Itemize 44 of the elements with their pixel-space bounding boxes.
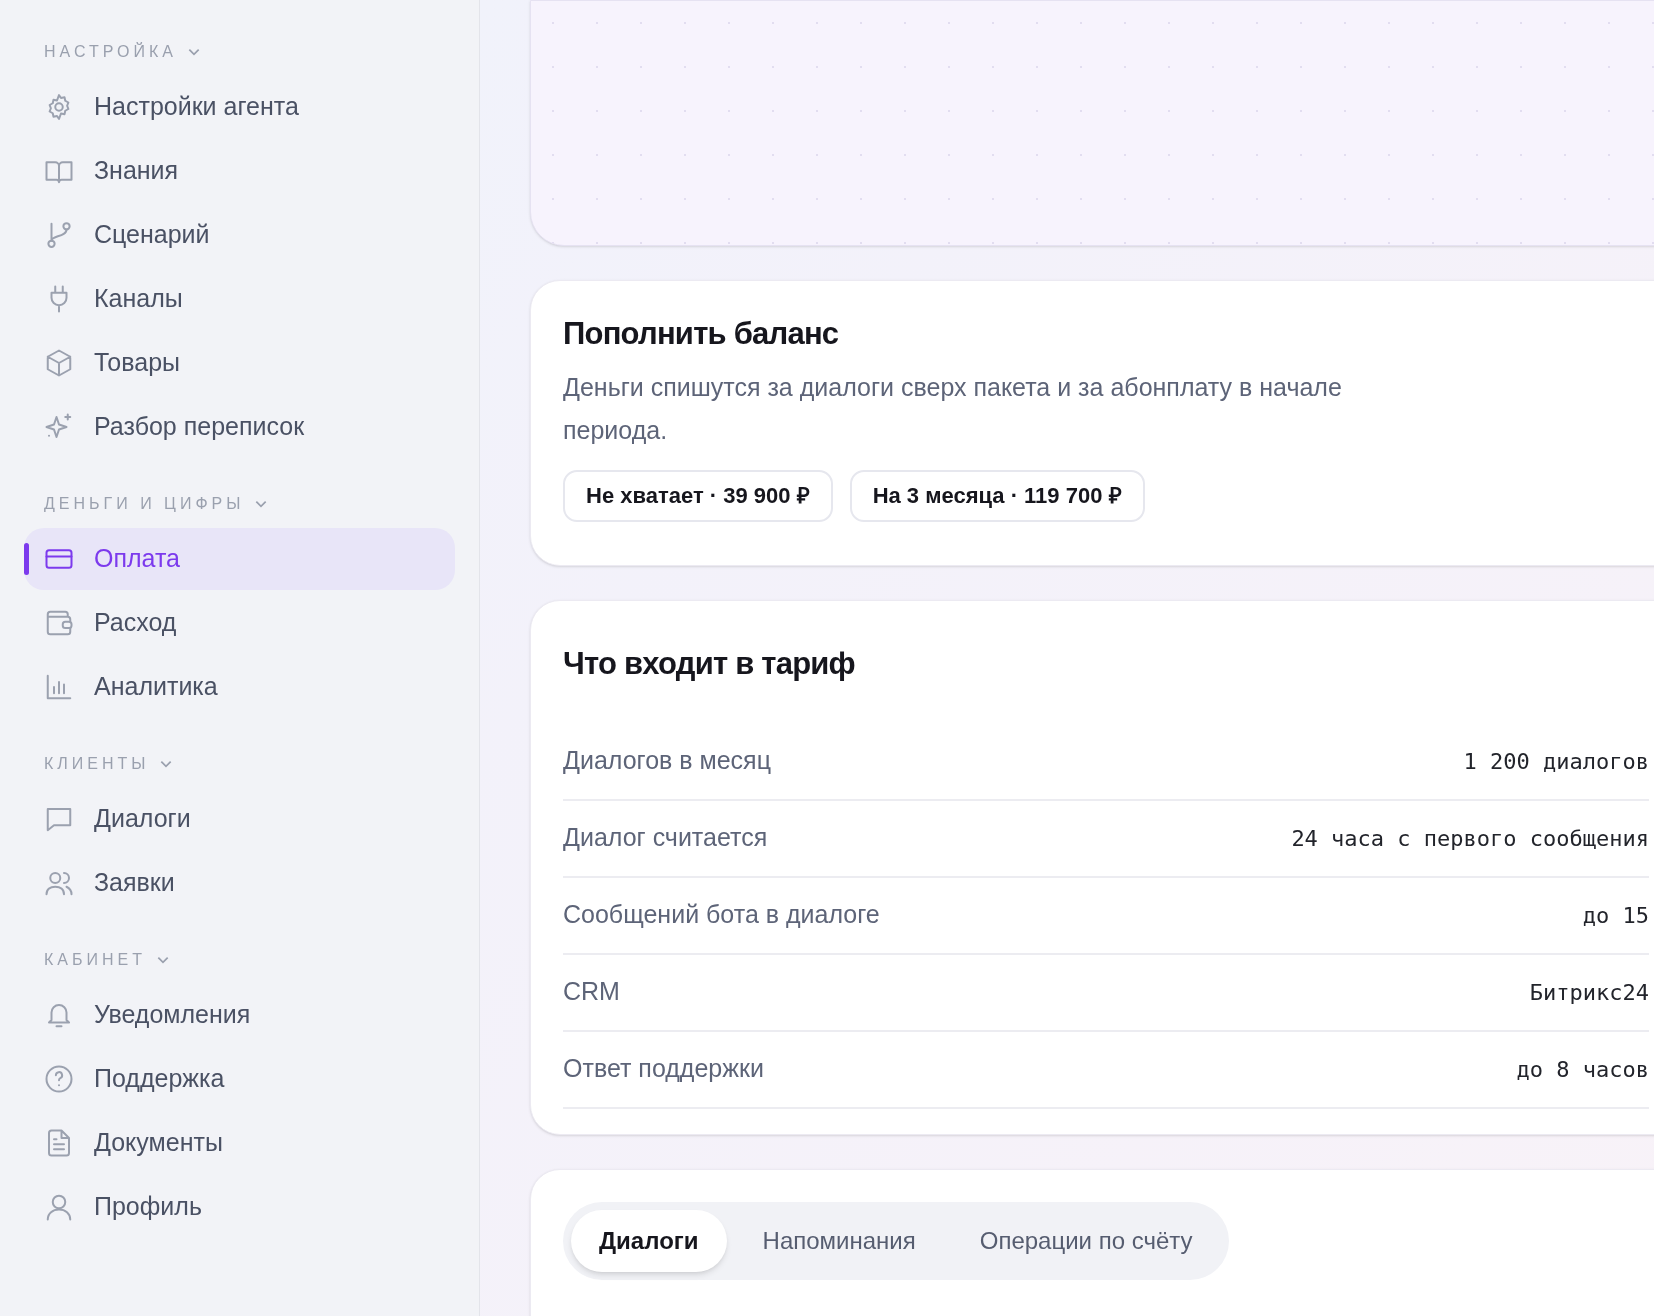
nav-item[interactable]: Разбор переписок	[24, 396, 455, 458]
wallet-icon	[44, 608, 74, 638]
row-label: Диалогов в месяц	[563, 745, 771, 777]
amount-button[interactable]: На 3 месяца · 119 700 ₽	[849, 469, 1145, 522]
bar-chart-icon	[44, 672, 74, 702]
section-heading: КЛИЕНТЫ	[44, 754, 150, 774]
card-description: Деньги спишутся за диалоги сверх пакета и за абонплату в начале периода.	[563, 371, 1343, 446]
user-icon	[44, 1192, 74, 1222]
branch-icon	[44, 220, 74, 250]
row-value: 1 200 диалогов	[1463, 747, 1649, 776]
row-value: до 8 часов	[1516, 1055, 1649, 1084]
row-value: Битрикс24	[1529, 978, 1649, 1007]
nav-item[interactable]: Поддержка	[24, 1048, 455, 1110]
section-heading: КАБИНЕТ	[44, 950, 146, 970]
section-heading: ДЕНЬГИ И ЦИФРЫ	[44, 494, 245, 514]
tab[interactable]: Операции по счёту	[951, 1210, 1221, 1272]
row-label: CRM	[563, 976, 620, 1008]
nav-item[interactable]: Расход	[24, 592, 455, 654]
nav-item[interactable]: Каналы	[24, 268, 455, 330]
row-value: до 15	[1582, 901, 1649, 930]
nav-item[interactable]: Знания	[24, 140, 455, 202]
section-heading: НАСТРОЙКА	[44, 41, 177, 62]
active-indicator	[24, 543, 29, 575]
nav-item[interactable]: Сценарий	[24, 204, 455, 266]
row-label: Сообщений бота в диалоге	[563, 899, 880, 931]
card-title: Пополнить баланс	[563, 315, 840, 353]
nav-item[interactable]: Профиль	[24, 1176, 455, 1238]
amount-button[interactable]: Не хватает · 39 900 ₽	[563, 469, 833, 522]
nav-item[interactable]: Аналитика	[24, 656, 455, 718]
nav-item[interactable]: Диалоги	[24, 788, 455, 850]
row-label: Ответ поддержки	[563, 1053, 764, 1085]
tab[interactable]: Напоминания	[734, 1210, 944, 1272]
nav-item[interactable]: Заявки	[24, 852, 455, 914]
row-value: 24 часа с первого сообщения	[1291, 824, 1649, 853]
row-label: Диалог считается	[563, 822, 768, 854]
nav-item[interactable]: Товары	[24, 332, 455, 394]
tab[interactable]: Диалоги	[571, 1210, 727, 1272]
cube-icon	[44, 348, 74, 378]
nav-item[interactable]: Оплата	[24, 528, 455, 590]
help-icon	[44, 1064, 74, 1094]
nav-item[interactable]: Документы	[24, 1112, 455, 1174]
nav-item[interactable]: Уведомления	[24, 984, 455, 1046]
card-title: Что входит в тариф	[563, 645, 856, 683]
nav-item[interactable]: Настройки агента	[24, 76, 455, 138]
